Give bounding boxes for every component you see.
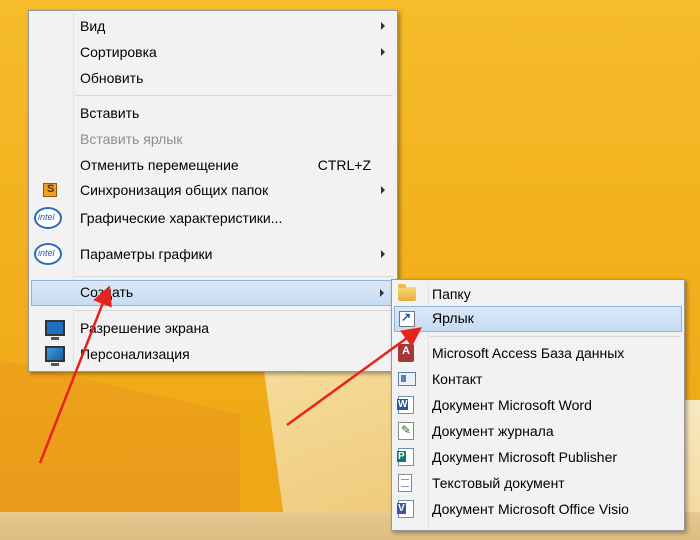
menu-item-label: Синхронизация общих папок: [80, 182, 269, 198]
menu-item-personalize[interactable]: Персонализация: [31, 342, 395, 366]
desktop-context-menu: Вид Сортировка Обновить Вставить Вставит…: [28, 10, 398, 372]
menu-item-label: Вид: [80, 18, 106, 34]
shortcut-icon: [399, 310, 415, 327]
shortcut-text: CTRL+Z: [317, 157, 371, 173]
menu-item-new[interactable]: Создать: [31, 280, 395, 306]
menu-item-label: Персонализация: [80, 346, 190, 362]
menu-item-label: Разрешение экрана: [80, 320, 210, 336]
menu-item-label: Microsoft Access База данных: [432, 345, 625, 361]
menu-separator: [430, 336, 680, 337]
submenu-item-folder[interactable]: Папку: [394, 282, 682, 306]
menu-item-view[interactable]: Вид: [31, 14, 395, 38]
submenu-item-visio-document[interactable]: Документ Microsoft Office Visio: [394, 497, 682, 521]
submenu-item-journal-document[interactable]: Документ журнала: [394, 419, 682, 443]
menu-item-label: Вставить: [80, 105, 140, 121]
menu-separator: [75, 276, 393, 277]
submenu-item-text-document[interactable]: Текстовый документ: [394, 471, 682, 495]
menu-separator: [75, 95, 393, 96]
menu-item-label: Папку: [432, 286, 471, 302]
menu-item-label: Вставить ярлык: [80, 131, 183, 147]
menu-item-label: Графические характеристики...: [80, 210, 283, 226]
menu-item-refresh[interactable]: Обновить: [31, 66, 395, 90]
contact-icon: [398, 372, 416, 386]
sync-folders-icon: [43, 183, 57, 197]
submenu-item-word-document[interactable]: Документ Microsoft Word: [394, 393, 682, 417]
chevron-right-icon: [381, 186, 385, 194]
submenu-item-shortcut[interactable]: Ярлык: [394, 306, 682, 332]
visio-icon: [397, 500, 414, 518]
menu-item-label: Документ Microsoft Publisher: [432, 449, 618, 465]
folder-icon: [398, 284, 416, 301]
publisher-icon: [397, 448, 414, 466]
menu-item-graphics-options[interactable]: Параметры графики: [31, 242, 395, 266]
intel-icon: [34, 243, 62, 265]
personalize-icon: [45, 346, 65, 366]
menu-item-graphics-properties[interactable]: Графические характеристики...: [31, 206, 395, 230]
menu-item-label: Документ Microsoft Office Visio: [432, 501, 629, 517]
text-document-icon: [398, 474, 412, 492]
menu-item-label: Отменить перемещение: [80, 157, 239, 173]
menu-item-label: Текстовый документ: [432, 475, 565, 491]
menu-item-label: Документ журнала: [432, 423, 554, 439]
menu-item-sync-shared-folders[interactable]: Синхронизация общих папок: [31, 178, 395, 202]
word-icon: [397, 396, 414, 414]
submenu-item-access-database[interactable]: Microsoft Access База данных: [394, 341, 682, 365]
submenu-item-publisher-document[interactable]: Документ Microsoft Publisher: [394, 445, 682, 469]
menu-item-undo-move[interactable]: Отменить перемещение CTRL+Z: [31, 153, 395, 177]
monitor-icon: [45, 320, 65, 340]
menu-item-label: Ярлык: [432, 310, 474, 326]
menu-item-label: Документ Microsoft Word: [432, 397, 592, 413]
menu-item-label: Обновить: [80, 70, 144, 86]
chevron-right-icon: [381, 250, 385, 258]
menu-item-screen-resolution[interactable]: Разрешение экрана: [31, 316, 395, 340]
menu-separator: [75, 310, 393, 311]
menu-item-sort[interactable]: Сортировка: [31, 40, 395, 64]
access-icon: [398, 344, 414, 362]
menu-item-label: Параметры графики: [80, 246, 213, 262]
intel-icon: [34, 207, 62, 229]
journal-icon: [398, 422, 414, 440]
menu-item-label: Создать: [80, 284, 134, 300]
menu-item-paste[interactable]: Вставить: [31, 101, 395, 125]
menu-item-label: Контакт: [432, 371, 483, 387]
chevron-right-icon: [381, 22, 385, 30]
menu-item-paste-shortcut: Вставить ярлык: [31, 127, 395, 151]
new-submenu: Папку Ярлык Microsoft Access База данных…: [391, 279, 685, 531]
chevron-right-icon: [380, 289, 384, 297]
menu-item-label: Сортировка: [80, 44, 157, 60]
submenu-item-contact[interactable]: Контакт: [394, 367, 682, 391]
chevron-right-icon: [381, 48, 385, 56]
